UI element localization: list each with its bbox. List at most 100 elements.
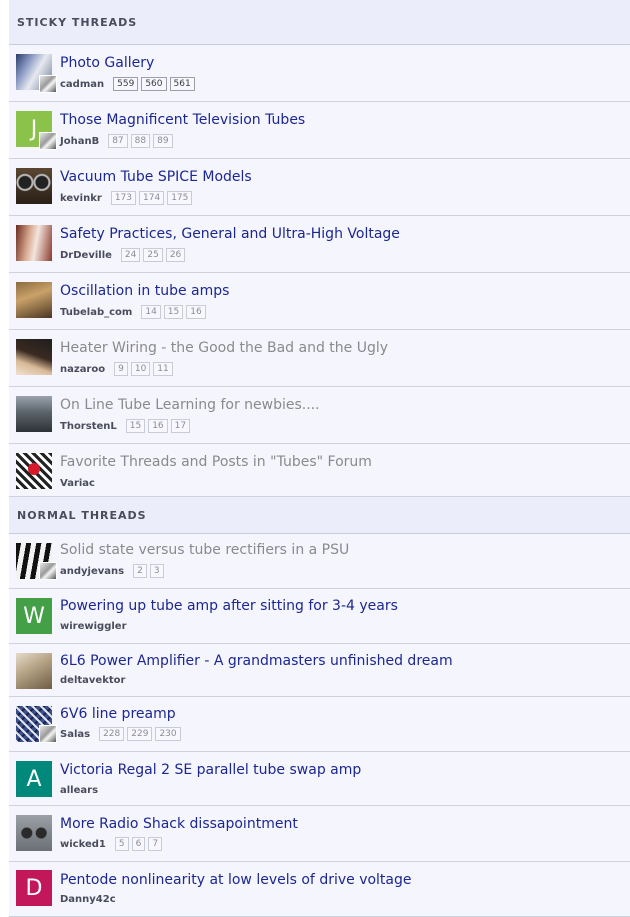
thread-title[interactable]: Photo Gallery (60, 55, 154, 71)
page-link[interactable]: 15 (163, 305, 184, 319)
thread-title[interactable]: Those Magnificent Television Tubes (60, 112, 305, 128)
thread-title[interactable]: Victoria Regal 2 SE parallel tube swap a… (60, 762, 361, 778)
page-link[interactable]: 561 (169, 77, 195, 91)
thread-title[interactable]: Oscillation in tube amps (60, 283, 229, 299)
page-link[interactable]: 228 (99, 727, 125, 741)
page-link[interactable]: 24 (120, 248, 141, 262)
thread-author[interactable]: JohanB (60, 136, 99, 147)
sticky-threads-header: STICKY THREADS (9, 0, 630, 45)
thread-title[interactable]: Heater Wiring - the Good the Bad and the… (60, 340, 388, 356)
thread-list: STICKY THREADS Photo Gallery cadman 559 … (9, 0, 630, 917)
thread-title[interactable]: 6L6 Power Amplifier - A grandmasters unf… (60, 653, 453, 669)
page-link[interactable]: 174 (139, 191, 165, 205)
thread-row: 6V6 line preamp Salas 228 229 230 (9, 697, 630, 752)
photo-avatar-icon[interactable] (16, 339, 52, 375)
thread-meta: cadman 559 560 561 (60, 77, 198, 91)
thread-meta: wirewiggler (60, 619, 136, 633)
thread-author[interactable]: deltavektor (60, 675, 125, 686)
page-link[interactable]: 559 (113, 77, 139, 91)
thread-row: Heater Wiring - the Good the Bad and the… (9, 330, 630, 387)
normal-threads-header: NORMAL THREADS (9, 497, 630, 534)
thread-title[interactable]: Vacuum Tube SPICE Models (60, 169, 252, 185)
thread-author[interactable]: nazaroo (60, 364, 105, 375)
page-link[interactable]: 17 (170, 419, 191, 433)
letter-avatar[interactable]: A (16, 761, 52, 797)
thread-author[interactable]: Tubelab_com (60, 307, 132, 318)
thread-title[interactable]: Pentode nonlinearity at low levels of dr… (60, 872, 412, 888)
thread-meta: ThorstenL 15 16 17 (60, 419, 193, 433)
avatar-letter: A (26, 766, 42, 792)
thread-title[interactable]: 6V6 line preamp (60, 706, 176, 722)
thread-author[interactable]: ThorstenL (60, 421, 117, 432)
page-link[interactable]: 7 (148, 837, 163, 851)
thread-row: 6L6 Power Amplifier - A grandmasters unf… (9, 644, 630, 697)
page-link[interactable]: 175 (167, 191, 193, 205)
avatar-letter: D (25, 875, 43, 901)
thread-author[interactable]: kevinkr (60, 193, 102, 204)
page-link[interactable]: 229 (127, 727, 153, 741)
reel-to-reel-avatar-icon[interactable] (16, 168, 52, 204)
thread-row: W Powering up tube amp after sitting for… (9, 589, 630, 644)
thread-row: Solid state versus tube rectifiers in a … (9, 534, 630, 589)
thread-author[interactable]: Danny42c (60, 894, 116, 905)
page-link[interactable]: 10 (130, 362, 151, 376)
page-link[interactable]: 15 (125, 419, 146, 433)
page-link[interactable]: 16 (148, 419, 168, 433)
page-link[interactable]: 560 (141, 77, 167, 91)
participant-avatar-icon (39, 75, 57, 93)
page-link[interactable]: 87 (108, 134, 128, 148)
thread-meta: Variac (60, 476, 104, 490)
page-link[interactable]: 9 (114, 362, 128, 376)
thread-title[interactable]: On Line Tube Learning for newbies.... (60, 397, 320, 413)
participant-avatar-icon (39, 725, 57, 743)
photo-avatar-icon[interactable] (16, 396, 52, 432)
thread-row: Safety Practices, General and Ultra-High… (9, 216, 630, 273)
page-link[interactable]: 25 (143, 248, 163, 262)
thread-meta: allears (60, 783, 107, 797)
thread-meta: DrDeville 24 25 26 (60, 248, 188, 262)
thread-row: Vacuum Tube SPICE Models kevinkr 173 174… (9, 159, 630, 216)
page-link[interactable]: 89 (153, 134, 173, 148)
page-link[interactable]: 230 (155, 727, 181, 741)
page-link[interactable]: 14 (141, 305, 161, 319)
thread-title[interactable]: More Radio Shack dissapointment (60, 816, 298, 832)
pattern-avatar-icon[interactable] (16, 453, 52, 489)
thread-author[interactable]: Salas (60, 729, 90, 740)
photo-avatar-icon[interactable] (16, 225, 52, 261)
photo-avatar-icon[interactable] (16, 653, 52, 689)
page-link[interactable]: 16 (186, 305, 206, 319)
thread-row: J Those Magnificent Television Tubes Joh… (9, 102, 630, 159)
thread-row: Photo Gallery cadman 559 560 561 (9, 45, 630, 102)
thread-title[interactable]: Powering up tube amp after sitting for 3… (60, 598, 398, 614)
thread-author[interactable]: DrDeville (60, 250, 112, 261)
photo-avatar-icon[interactable] (16, 282, 52, 318)
page-link[interactable]: 5 (114, 837, 129, 851)
thread-author[interactable]: andyjevans (60, 566, 124, 577)
thread-author[interactable]: wirewiggler (60, 621, 127, 632)
page-link[interactable]: 11 (153, 362, 173, 376)
thread-title[interactable]: Solid state versus tube rectifiers in a … (60, 542, 349, 558)
thread-meta: wicked1 5 6 7 (60, 837, 165, 851)
thread-author[interactable]: wicked1 (60, 839, 106, 850)
thread-meta: JohanB 87 88 89 (60, 134, 176, 148)
thread-title[interactable]: Safety Practices, General and Ultra-High… (60, 226, 400, 242)
thread-title[interactable]: Favorite Threads and Posts in "Tubes" Fo… (60, 454, 372, 470)
thread-author[interactable]: cadman (60, 79, 104, 90)
thread-meta: nazaroo 9 10 11 (60, 362, 176, 376)
page-link[interactable]: 173 (110, 191, 136, 205)
page-link[interactable]: 6 (131, 837, 146, 851)
thread-meta: Salas 228 229 230 (60, 727, 184, 741)
thread-row: Oscillation in tube amps Tubelab_com 14 … (9, 273, 630, 330)
thread-author[interactable]: Variac (60, 478, 95, 489)
page-link[interactable]: 88 (130, 134, 151, 148)
red-dot-icon (28, 463, 40, 475)
photo-avatar-icon[interactable] (16, 815, 52, 851)
normal-threads-heading: NORMAL THREADS (17, 508, 147, 522)
page-link[interactable]: 26 (165, 248, 186, 262)
page-link[interactable]: 2 (133, 564, 147, 578)
thread-meta: kevinkr 173 174 175 (60, 191, 195, 205)
letter-avatar[interactable]: W (16, 598, 52, 634)
page-link[interactable]: 3 (149, 564, 164, 578)
thread-author[interactable]: allears (60, 785, 98, 796)
letter-avatar[interactable]: D (16, 870, 52, 906)
